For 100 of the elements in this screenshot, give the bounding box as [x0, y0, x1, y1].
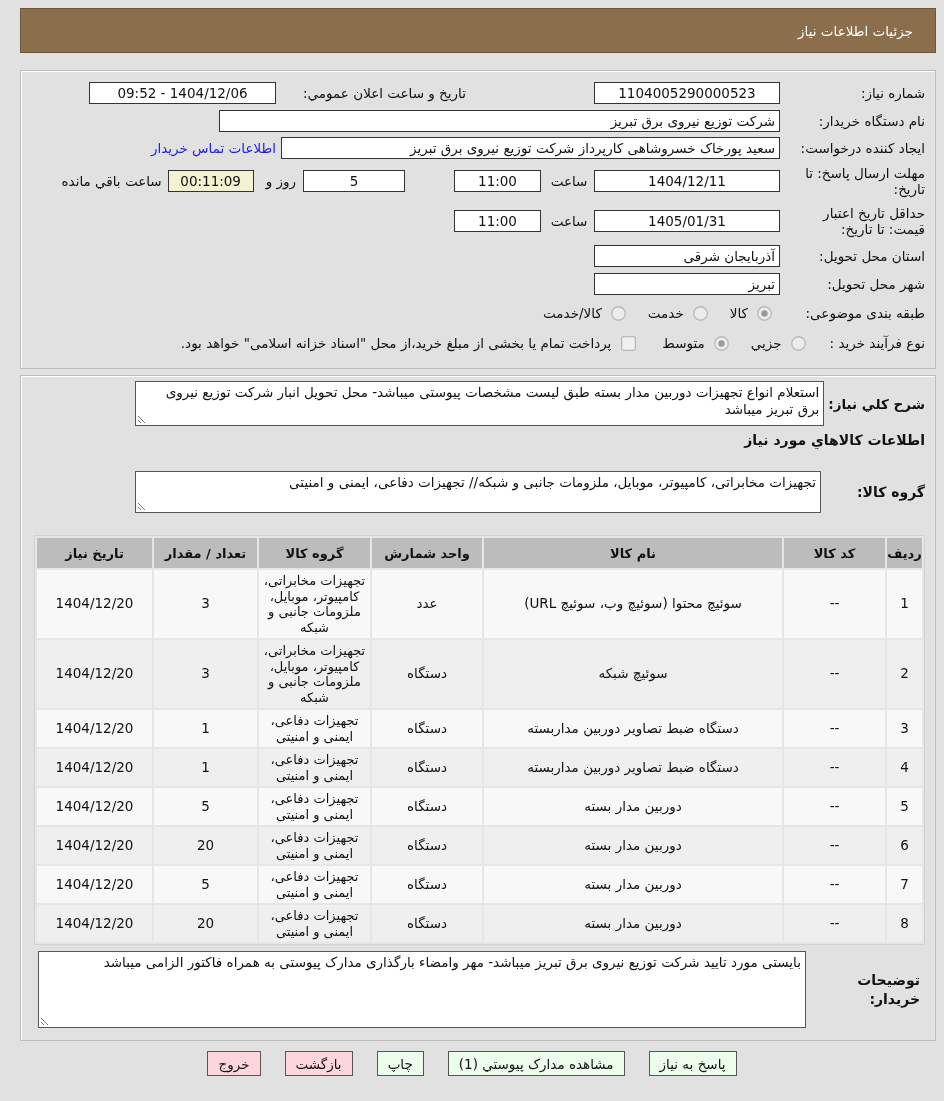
table-cell: 20 — [154, 905, 257, 942]
days-field[interactable]: 5 — [303, 170, 405, 192]
radio-button[interactable] — [757, 305, 772, 321]
column-header: گروه کالا — [259, 538, 370, 568]
column-header: تاریخ نیاز — [37, 538, 152, 568]
table-cell: 5 — [154, 866, 257, 903]
treasury-payment-label: پرداخت تمام یا بخشی از مبلغ خرید،از محل "اسناد خزانه اسلامی" خواهد بود. — [180, 335, 612, 351]
buyer-notes-field[interactable]: بایستی مورد تایید شرکت توزیع نیروی برق تبریز میباشد- مهر وامضاء بارگذاری مدارک پیوستی به همراه فاکتور الزامی میباشد — [38, 951, 806, 1028]
table-cell: -- — [784, 788, 885, 825]
resize-grip-icon — [138, 415, 147, 423]
table-cell: 1 — [154, 710, 257, 747]
time-field[interactable]: 11:00 — [454, 170, 541, 192]
radio-button[interactable] — [610, 305, 626, 321]
checkbox[interactable] — [621, 335, 637, 351]
table-cell: 3 — [154, 640, 257, 708]
action-button[interactable]: مشاهده مدارک پیوستي (1) — [447, 1051, 625, 1076]
table-cell: تجهیزات دفاعی، ایمنی و امنیتی — [259, 710, 370, 747]
action-button[interactable]: چاپ — [376, 1051, 424, 1076]
remaining-label: ساعت باقي مانده — [61, 173, 162, 189]
time-field[interactable]: 11:00 — [454, 210, 541, 232]
table-cell: دستگاه — [372, 749, 482, 786]
summary-label: شرح کلي نیاز: — [828, 395, 925, 412]
radio-label: کالا — [729, 305, 748, 321]
table-cell: 1 — [154, 749, 257, 786]
buyer-org-field[interactable]: شرکت توزیع نیروی برق تبریز — [219, 110, 780, 132]
table-cell: -- — [784, 570, 885, 638]
days-label: روز و — [265, 173, 296, 189]
radio-button[interactable] — [713, 335, 729, 351]
table-cell: تجهیزات مخابراتی، کامپیوتر، موبایل، ملزومات جانبی و شبکه — [259, 570, 370, 638]
table-cell: 1404/12/20 — [37, 905, 152, 942]
table-cell: 1404/12/20 — [37, 788, 152, 825]
radio-label: خدمت — [647, 305, 684, 321]
column-header: ردیف — [887, 538, 922, 568]
time-label: ساعت — [549, 173, 589, 189]
table-cell: -- — [784, 905, 885, 942]
table-cell: 1404/12/20 — [37, 866, 152, 903]
table-cell: تجهیزات دفاعی، ایمنی و امنیتی — [259, 827, 370, 864]
resize-grip-icon — [138, 502, 146, 510]
table-cell: دوربین مدار بسته — [484, 866, 782, 903]
radio-label: کالا/خدمت — [543, 305, 602, 321]
field-label: نام دستگاه خریدار: — [817, 113, 925, 129]
table-cell: 3 — [887, 710, 922, 747]
field-label: شهر محل تحویل: — [826, 276, 925, 292]
section-title: اطلاعات کالاهاي مورد نیاز — [742, 432, 925, 451]
table-cell: تجهیزات دفاعی، ایمنی و امنیتی — [259, 749, 370, 786]
field-label: شماره نیاز: — [859, 85, 925, 101]
table-cell: دستگاه — [372, 905, 482, 942]
goods-group-field[interactable]: تجهیزات مخابراتی، کامپیوتر، موبایل، ملزومات جانبی و شبکه// تجهیزات دفاعی، ایمنی و امنیتی — [135, 471, 821, 513]
table-cell: تجهیزات دفاعی، ایمنی و امنیتی — [259, 788, 370, 825]
table-cell: 5 — [887, 788, 922, 825]
table-cell: دوربین مدار بسته — [484, 788, 782, 825]
radio-label: متوسط — [662, 335, 705, 351]
time-label: ساعت — [549, 213, 589, 229]
radio-button[interactable] — [692, 305, 708, 321]
action-button[interactable]: بازگشت — [284, 1051, 353, 1076]
page-title: جزئیات اطلاعات نیاز — [798, 22, 914, 39]
goods-group-label: گروه کالا: — [855, 484, 925, 500]
table-cell: 2 — [887, 640, 922, 708]
table-cell: تجهیزات دفاعی، ایمنی و امنیتی — [259, 866, 370, 903]
table-cell: 8 — [887, 905, 922, 942]
field-label: تاریخ و ساعت اعلان عمومي: — [302, 85, 466, 101]
date-field[interactable]: 1405/01/31 — [594, 210, 780, 232]
table-cell: دستگاه — [372, 788, 482, 825]
table-cell: -- — [784, 827, 885, 864]
column-header: واحد شمارش — [372, 538, 482, 568]
table-cell: 4 — [887, 749, 922, 786]
need-number-field[interactable]: 1104005290000523 — [594, 82, 780, 104]
table-cell: -- — [784, 710, 885, 747]
table-cell: دوربین مدار بسته — [484, 827, 782, 864]
date-field[interactable]: 1404/12/11 — [594, 170, 780, 192]
table-cell: دوربین مدار بسته — [484, 905, 782, 942]
remaining-time-field[interactable]: 00:11:09 — [167, 170, 254, 192]
table-cell: دستگاه — [372, 866, 482, 903]
table-cell: 20 — [154, 827, 257, 864]
table-cell: -- — [784, 640, 885, 708]
field-label: استان محل تحویل: — [818, 248, 925, 264]
table-cell: 1404/12/20 — [37, 640, 152, 708]
table-cell: 1404/12/20 — [37, 570, 152, 638]
province-field[interactable]: آذربایجان شرقی — [594, 245, 780, 267]
table-cell: دستگاه — [372, 827, 482, 864]
action-button[interactable]: پاسخ به نیاز — [648, 1051, 737, 1076]
action-button[interactable]: خروج — [207, 1051, 261, 1076]
table-cell: دستگاه — [372, 640, 482, 708]
field-label: حداقل تاریخ اعتبار قیمت: تا تاریخ: — [821, 205, 925, 237]
summary-field[interactable]: استعلام انواع تجهیزات دوربین مدار بسته طبق لیست مشخصات پیوستی میباشد- محل تحویل انبار شرکت توزیع نیروی برق تبریز میباشد — [135, 381, 825, 426]
table-cell: دستگاه ضبط تصاویر دوربین مداربسته — [484, 749, 782, 786]
buyer-contact-link[interactable]: اطلاعات تماس خریدار — [150, 140, 276, 156]
table-cell: 7 — [887, 866, 922, 903]
announce-date-field[interactable]: 1404/12/06 - 09:52 — [89, 82, 276, 104]
table-cell: 1 — [887, 570, 922, 638]
city-field[interactable]: تبریز — [594, 273, 780, 295]
table-cell: 5 — [154, 788, 257, 825]
table-cell: دستگاه — [372, 710, 482, 747]
table-cell: عدد — [372, 570, 482, 638]
requester-field[interactable]: سعید پورخاک خسروشاهی کارپرداز شرکت توزیع نیروی برق تبریز — [281, 137, 780, 159]
buyer-notes-label: توضیحات خریدار: — [856, 970, 920, 1009]
radio-button[interactable] — [790, 335, 806, 351]
column-header: تعداد / مقدار — [154, 538, 257, 568]
table-cell: تجهیزات مخابراتی، کامپیوتر، موبایل، ملزومات جانبی و شبکه — [259, 640, 370, 708]
table-cell: 1404/12/20 — [37, 749, 152, 786]
